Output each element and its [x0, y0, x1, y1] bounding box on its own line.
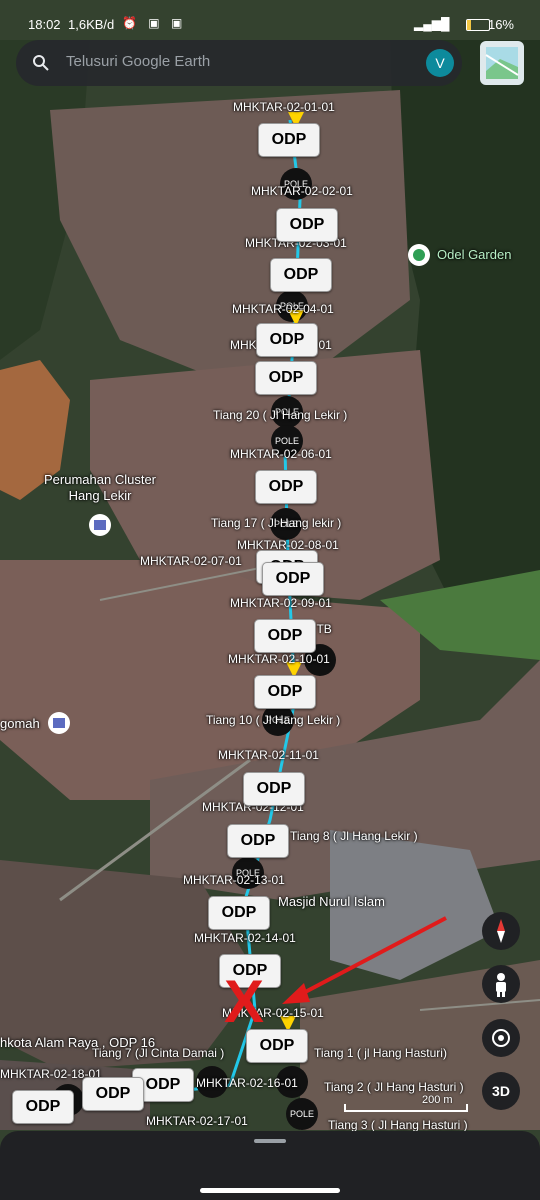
map-label[interactable]: MHKTAR-02-09-01	[230, 596, 332, 610]
residence-poi-icon[interactable]	[48, 712, 70, 734]
pole-marker[interactable]: POLE	[286, 1098, 318, 1130]
map-label[interactable]: Tiang 8 ( Jl Hang Lekir )	[290, 829, 418, 843]
battery-icon	[466, 19, 490, 31]
map-label[interactable]: Tiang 20 ( Jl Hang Lekir )	[213, 408, 347, 422]
location-icon	[492, 1029, 510, 1047]
map-label[interactable]: Tiang 10 ( Jl Hang Lekir )	[206, 713, 340, 727]
poi-masjid[interactable]: Masjid Nurul Islam	[278, 894, 385, 909]
odp-marker[interactable]: ODP	[255, 361, 317, 395]
notification-icons: ⏰ ▣ ▣	[122, 16, 187, 30]
my-location-button[interactable]	[482, 1019, 520, 1057]
odp-marker[interactable]: ODP	[255, 470, 317, 504]
odp-marker[interactable]: ODP	[254, 675, 316, 709]
odp-marker[interactable]: ODP	[262, 562, 324, 596]
map-label[interactable]: MHKTAR-02-13-01	[183, 873, 285, 887]
avatar[interactable]: V	[426, 49, 454, 77]
map-label[interactable]: Tiang 2 ( Jl Hang Hasturi )	[324, 1080, 464, 1094]
map-layers-icon	[485, 47, 519, 79]
status-speed: 1,6KB/d	[68, 17, 115, 32]
map-label[interactable]: MHKTAR-02-04-01	[232, 302, 334, 316]
odp-marker[interactable]: ODP	[82, 1077, 144, 1111]
scale-bar	[344, 1104, 468, 1112]
compass-button[interactable]	[482, 912, 520, 950]
poi-gomah[interactable]: gomah	[0, 716, 40, 731]
map-label[interactable]: Tiang 17 ( Jl Hang lekir )	[211, 516, 341, 530]
odp-marker[interactable]: ODP	[12, 1090, 74, 1124]
view-3d-button[interactable]: 3D	[482, 1072, 520, 1110]
map-label[interactable]: Tiang 1 ( jl Hang Hasturi)	[314, 1046, 447, 1060]
map-label[interactable]: MHKTAR-02-11-01	[218, 748, 319, 762]
map-layers-button[interactable]	[480, 41, 524, 85]
map-label[interactable]: Tiang 3 ( Jl Hang Hasturi )	[328, 1118, 468, 1132]
map-label[interactable]: MHKTAR-02-02-01	[251, 184, 353, 198]
status-time: 18:02	[28, 17, 61, 32]
odp-marker[interactable]: ODP	[208, 896, 270, 930]
odp-marker[interactable]: ODP	[270, 258, 332, 292]
gesture-nav-bar[interactable]	[200, 1188, 340, 1193]
poi-odel-garden[interactable]: Odel Garden	[437, 247, 511, 262]
status-bar: 18:02 1,6KB/d ⏰ ▣ ▣ ▂▄▆█ 16%	[0, 0, 540, 40]
signal-icon: ▂▄▆█	[414, 17, 450, 31]
odp-marker[interactable]: ODP	[254, 619, 316, 653]
map-label[interactable]: MHKTAR-02-07-01	[140, 554, 242, 568]
search-placeholder[interactable]: Telusuri Google Earth	[66, 53, 210, 70]
poi-alam-raya[interactable]: hkota Alam Raya , ODP 16	[0, 1035, 155, 1050]
map-label[interactable]: MHKTAR-02-01-01	[233, 100, 335, 114]
odp-marker[interactable]: ODP	[243, 772, 305, 806]
odp-marker[interactable]: ODP	[256, 323, 318, 357]
map-label[interactable]: MHKTAR-02-06-01	[230, 447, 332, 461]
compass-icon	[497, 919, 505, 943]
map-label[interactable]: MHKTAR-02-14-01	[194, 931, 296, 945]
battery-percent: 16%	[487, 17, 514, 32]
map-label[interactable]: MHKTAR-02-10-01	[228, 652, 330, 666]
red-x-marker: X	[224, 968, 265, 1035]
odp-marker[interactable]: ODP	[258, 123, 320, 157]
pegman-icon	[496, 973, 506, 997]
search-icon	[33, 55, 49, 71]
poi-perumahan-label[interactable]: Perumahan Cluster Hang Lekir	[44, 472, 156, 504]
park-poi-icon[interactable]	[408, 244, 430, 266]
satellite-map[interactable]: POLE POLE POLE POLE POLE POLE POLE POLE …	[0, 0, 540, 1200]
map-label[interactable]: MHKTAR-02-16-01	[196, 1076, 298, 1090]
search-bar[interactable]: Telusuri Google Earth V	[16, 40, 462, 86]
residence-poi-icon[interactable]	[89, 514, 111, 536]
drag-handle[interactable]	[254, 1139, 286, 1143]
map-label[interactable]: MHKTAR-02-17-01	[146, 1114, 248, 1128]
odp-marker[interactable]: ODP	[227, 824, 289, 858]
street-view-button[interactable]	[482, 965, 520, 1003]
odp-marker[interactable]: ODP	[276, 208, 338, 242]
